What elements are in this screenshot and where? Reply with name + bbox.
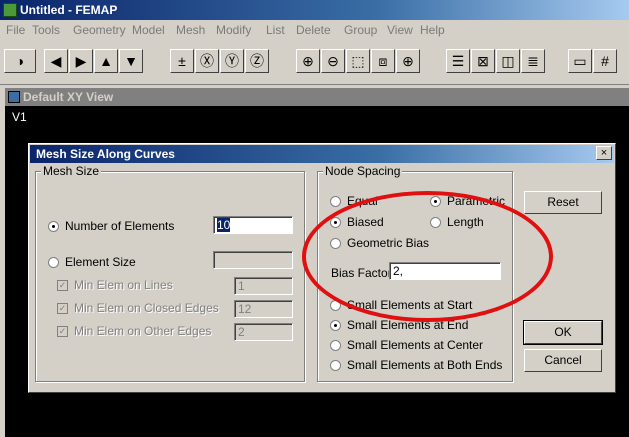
up-arrow-icon[interactable]: ▲	[94, 49, 118, 73]
left-arrow-icon[interactable]: ◀	[44, 49, 68, 73]
small-end-radio[interactable]	[330, 320, 341, 331]
list-icon[interactable]: ☰	[446, 49, 470, 73]
min-elem-lines-checkbox[interactable]: ✓	[57, 280, 68, 291]
femap-app-icon	[3, 3, 17, 17]
menu-list[interactable]: List	[266, 23, 285, 37]
biased-radio[interactable]	[330, 217, 341, 228]
small-center-label: Small Elements at Center	[347, 338, 484, 352]
grid-icon[interactable]: #	[593, 49, 617, 73]
app-title: Untitled - FEMAP	[20, 3, 118, 17]
parametric-label: Parametric	[447, 194, 506, 208]
down-arrow-icon[interactable]: ▼	[119, 49, 143, 73]
number-of-elements-label: Number of Elements	[65, 219, 175, 233]
cancel-button[interactable]: Cancel	[524, 349, 602, 372]
layers-icon[interactable]: ≣	[521, 49, 545, 73]
reset-button[interactable]: Reset	[524, 191, 602, 214]
menu-geometry[interactable]: Geometry	[73, 23, 126, 37]
autoscale-icon[interactable]: ⧈	[371, 49, 395, 73]
min-elem-other-label: Min Elem on Other Edges	[74, 324, 212, 338]
biased-label: Biased	[347, 215, 384, 229]
min-elem-other-input[interactable]: 2	[234, 323, 293, 341]
bias-factor-label: Bias Factor	[331, 266, 392, 280]
node-spacing-group-label: Node Spacing	[323, 164, 403, 178]
menu-help[interactable]: Help	[420, 23, 445, 37]
toolbar: ◑ ◀ ▶ ▲ ▼ ± Ⓧ Ⓨ Ⓩ ⊕ ⊖ ⬚ ⧈ ⊕ ☰ ⊠ ◫ ≣ ▭ #	[0, 40, 629, 85]
menu-mesh[interactable]: Mesh	[176, 23, 205, 37]
zoom-out-icon[interactable]: ⊖	[321, 49, 345, 73]
parametric-radio[interactable]	[430, 196, 441, 207]
equal-radio[interactable]	[330, 196, 341, 207]
geometric-bias-label: Geometric Bias	[347, 236, 430, 250]
menu-delete[interactable]: Delete	[296, 23, 331, 37]
right-arrow-icon[interactable]: ▶	[69, 49, 93, 73]
small-start-radio[interactable]	[330, 300, 341, 311]
ok-button[interactable]: OK	[523, 320, 603, 345]
close-icon[interactable]: ×	[596, 146, 612, 160]
number-of-elements-input[interactable]: 10	[213, 216, 293, 234]
view-title-bar: Default XY View	[5, 88, 629, 106]
rotate-z-icon[interactable]: Ⓩ	[245, 49, 269, 73]
small-end-label: Small Elements at End	[347, 318, 469, 332]
dialog-title-bar: Mesh Size Along Curves	[30, 145, 614, 163]
min-elem-closed-checkbox[interactable]: ✓	[57, 303, 68, 314]
mesh-size-group-label: Mesh Size	[41, 164, 102, 178]
element-size-input[interactable]	[213, 251, 293, 269]
plus-minus-icon[interactable]: ±	[170, 49, 194, 73]
menu-modify[interactable]: Modify	[216, 23, 251, 37]
menu-tools[interactable]: Tools	[32, 23, 60, 37]
window-icon[interactable]: ▭	[568, 49, 592, 73]
length-label: Length	[447, 215, 484, 229]
menu-view[interactable]: View	[387, 23, 413, 37]
center-icon[interactable]: ⊕	[396, 49, 420, 73]
element-size-label: Element Size	[65, 255, 136, 269]
min-elem-lines-label: Min Elem on Lines	[74, 278, 173, 292]
rotate-y-icon[interactable]: Ⓨ	[220, 49, 244, 73]
min-elem-closed-label: Min Elem on Closed Edges	[74, 301, 219, 315]
number-of-elements-radio[interactable]	[48, 221, 59, 232]
menu-group[interactable]: Group	[344, 23, 377, 37]
small-both-radio[interactable]	[330, 360, 341, 371]
box-icon[interactable]: ⊠	[471, 49, 495, 73]
dialog-title: Mesh Size Along Curves	[36, 147, 175, 161]
view-label: V1	[12, 110, 27, 124]
equal-label: Equal	[347, 194, 378, 208]
3d-box-icon[interactable]: ◫	[496, 49, 520, 73]
menu-bar: File Tools Geometry Model Mesh Modify Li…	[0, 20, 629, 40]
min-elem-lines-input[interactable]: 1	[234, 277, 293, 295]
menu-model[interactable]: Model	[132, 23, 165, 37]
zoom-box-icon[interactable]: ⬚	[346, 49, 370, 73]
length-radio[interactable]	[430, 217, 441, 228]
select-icon[interactable]: ◑	[4, 49, 36, 73]
view-icon	[8, 91, 20, 103]
small-start-label: Small Elements at Start	[347, 298, 473, 312]
view-title: Default XY View	[23, 90, 114, 104]
zoom-in-icon[interactable]: ⊕	[296, 49, 320, 73]
app-title-bar: Untitled - FEMAP	[0, 0, 629, 20]
min-elem-other-checkbox[interactable]: ✓	[57, 326, 68, 337]
menu-file[interactable]: File	[6, 23, 25, 37]
element-size-radio[interactable]	[48, 257, 59, 268]
bias-factor-input[interactable]: 2,	[389, 262, 501, 280]
small-center-radio[interactable]	[330, 340, 341, 351]
geometric-bias-radio[interactable]	[330, 238, 341, 249]
small-both-label: Small Elements at Both Ends	[347, 358, 503, 372]
min-elem-closed-input[interactable]: 12	[234, 300, 293, 318]
rotate-x-icon[interactable]: Ⓧ	[195, 49, 219, 73]
